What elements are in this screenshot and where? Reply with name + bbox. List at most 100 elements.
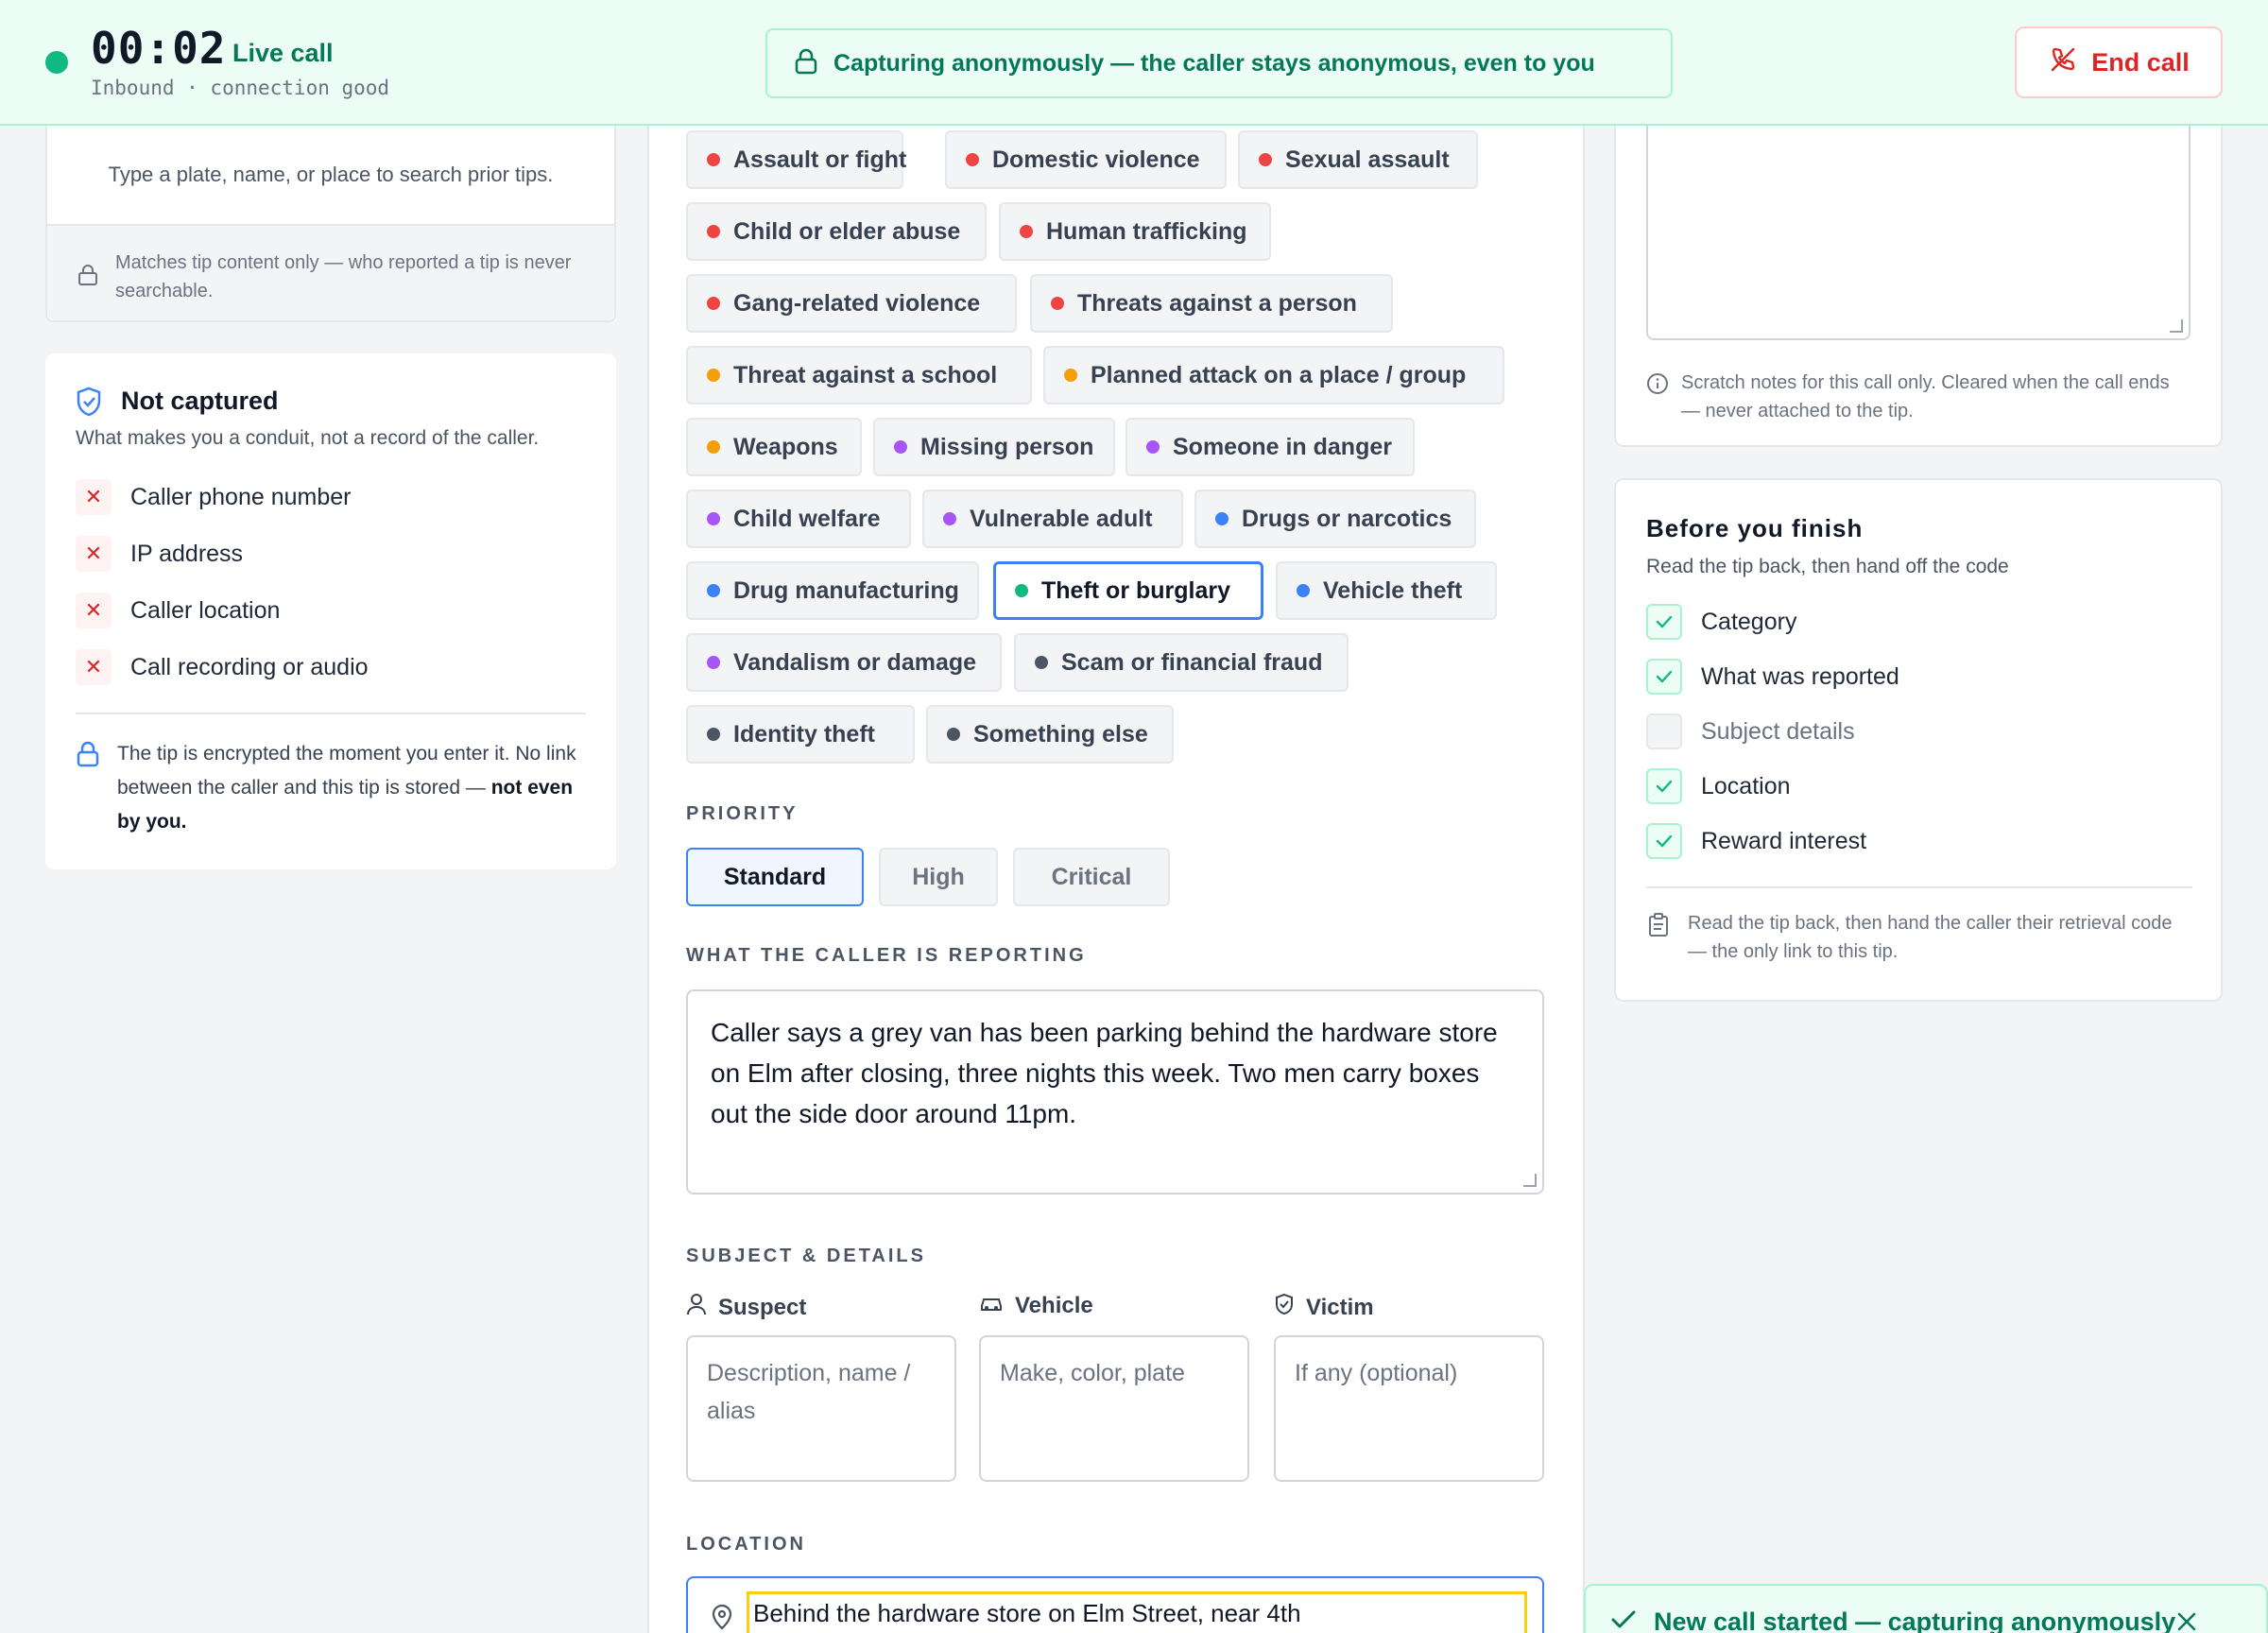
- not-captured-item: ✕ Caller location: [76, 593, 567, 628]
- vehicle-heading: Vehicle: [979, 1293, 1093, 1319]
- vehicle-input[interactable]: Make, color, plate: [979, 1335, 1249, 1482]
- anonymous-banner: Capturing anonymously — the caller stays…: [765, 28, 1673, 98]
- category-label: Planned attack on a place / group: [1091, 361, 1467, 388]
- phone-off-icon: [2048, 44, 2078, 81]
- category-chip[interactable]: Threat against a school: [686, 346, 1032, 404]
- not-captured-subtitle: What makes you a conduit, not a record o…: [76, 427, 540, 449]
- category-chip[interactable]: Weapons: [686, 418, 862, 476]
- check-icon: [1610, 1608, 1637, 1633]
- category-dot-icon: [707, 584, 720, 597]
- category-chip[interactable]: Theft or burglary: [993, 561, 1263, 620]
- category-chip[interactable]: Missing person: [873, 418, 1115, 476]
- category-label: Identity theft: [733, 720, 875, 748]
- anonymous-banner-text: Capturing anonymously — the caller stays…: [833, 49, 1595, 77]
- shield-icon: [1274, 1293, 1295, 1322]
- lock-icon: [794, 48, 818, 79]
- encryption-note: The tip is encrypted the moment you ente…: [117, 737, 590, 839]
- category-label: Vulnerable adult: [970, 505, 1153, 532]
- prior-tips-search: Type a plate, name, or place to search p…: [45, 126, 616, 322]
- check-icon[interactable]: [1646, 768, 1682, 804]
- category-label: Human trafficking: [1046, 217, 1247, 245]
- category-chip[interactable]: Planned attack on a place / group: [1043, 346, 1504, 404]
- checklist-label: Location: [1701, 772, 1791, 799]
- category-dot-icon: [707, 728, 720, 741]
- category-chip[interactable]: Sexual assault: [1238, 130, 1478, 189]
- check-icon[interactable]: [1646, 823, 1682, 859]
- new-call-toast: New call started — capturing anonymously: [1584, 1584, 2268, 1633]
- priority-critical[interactable]: Critical: [1013, 848, 1170, 906]
- location-input[interactable]: Behind the hardware store on Elm Street,…: [747, 1591, 1527, 1633]
- category-chip[interactable]: Something else: [926, 705, 1174, 764]
- resize-grip[interactable]: [2170, 319, 2183, 333]
- checklist-item[interactable]: Category: [1646, 604, 1796, 640]
- category-label: Threat against a school: [733, 361, 998, 388]
- not-captured-label: Caller location: [130, 596, 281, 624]
- divider: [76, 713, 586, 714]
- checklist-item[interactable]: What was reported: [1646, 659, 1899, 695]
- search-hint[interactable]: Type a plate, name, or place to search p…: [47, 126, 614, 226]
- category-dot-icon: [1051, 297, 1064, 310]
- category-chip[interactable]: Scam or financial fraud: [1014, 633, 1349, 692]
- category-chip[interactable]: Human trafficking: [999, 202, 1271, 261]
- not-captured-label: IP address: [130, 540, 244, 567]
- not-captured-title: Not captured: [121, 387, 279, 415]
- report-textarea[interactable]: Caller says a grey van has been parking …: [686, 989, 1544, 1195]
- category-label: Threats against a person: [1077, 289, 1357, 317]
- category-label: Domestic violence: [992, 146, 1200, 173]
- victim-input[interactable]: If any (optional): [1274, 1335, 1544, 1482]
- category-chip[interactable]: Identity theft: [686, 705, 915, 764]
- checklist-label: Subject details: [1701, 717, 1855, 745]
- not-captured-label: Call recording or audio: [130, 653, 369, 680]
- close-icon[interactable]: [2175, 1610, 2198, 1633]
- category-chip[interactable]: Drugs or narcotics: [1194, 490, 1476, 548]
- category-chip[interactable]: Domestic violence: [945, 130, 1227, 189]
- report-text: Caller says a grey van has been parking …: [711, 1018, 1498, 1128]
- not-captured-item: ✕ IP address: [76, 536, 567, 572]
- category-dot-icon: [966, 153, 979, 166]
- vehicle-label: Vehicle: [1015, 1293, 1093, 1318]
- scratch-notes-textarea[interactable]: [1646, 126, 2191, 340]
- category-chip[interactable]: Vehicle theft: [1276, 561, 1497, 620]
- category-dot-icon: [707, 225, 720, 238]
- category-dot-icon: [1215, 512, 1228, 525]
- checklist-item[interactable]: Location: [1646, 768, 1791, 804]
- lock-icon: [77, 264, 98, 295]
- category-chip[interactable]: Child or elder abuse: [686, 202, 987, 261]
- category-label: Child or elder abuse: [733, 217, 961, 245]
- category-chip[interactable]: Assault or fight: [686, 130, 906, 189]
- category-chip[interactable]: Drug manufacturing: [686, 561, 979, 620]
- category-label: Drugs or narcotics: [1242, 505, 1452, 532]
- category-chip[interactable]: Vulnerable adult: [922, 490, 1183, 548]
- category-chip[interactable]: Gang-related violence: [686, 274, 1017, 333]
- category-chip[interactable]: Someone in danger: [1125, 418, 1415, 476]
- lock-icon: [76, 741, 100, 772]
- suspect-input[interactable]: Description, name / alias: [686, 1335, 956, 1482]
- resize-grip[interactable]: [1523, 1174, 1537, 1187]
- category-chip[interactable]: Threats against a person: [1030, 274, 1393, 333]
- divider: [1646, 886, 2192, 888]
- call-header: 00:02 Live call Inbound · connection goo…: [0, 0, 2268, 126]
- priority-high[interactable]: High: [879, 848, 998, 906]
- x-icon: ✕: [76, 593, 112, 628]
- end-call-button[interactable]: End call: [2015, 26, 2223, 98]
- scratch-notes-note: Scratch notes for this call only. Cleare…: [1681, 372, 2170, 421]
- category-dot-icon: [894, 440, 907, 454]
- category-chip[interactable]: Vandalism or damage: [686, 633, 1002, 692]
- priority-standard[interactable]: Standard: [686, 848, 864, 906]
- victim-heading: Victim: [1274, 1293, 1374, 1322]
- category-chip[interactable]: Child welfare: [686, 490, 911, 548]
- not-captured-item: ✕ Caller phone number: [76, 479, 567, 515]
- checklist-item[interactable]: Reward interest: [1646, 823, 1866, 859]
- checklist-item[interactable]: Subject details: [1646, 713, 1855, 749]
- victim-label: Victim: [1306, 1294, 1374, 1320]
- category-dot-icon: [1259, 153, 1272, 166]
- category-label: Scam or financial fraud: [1061, 648, 1323, 676]
- location-label: LOCATION: [686, 1534, 806, 1555]
- car-icon: [979, 1293, 1004, 1319]
- checkbox-empty-icon[interactable]: [1646, 713, 1682, 749]
- category-dot-icon: [707, 512, 720, 525]
- clipboard-icon: [1648, 913, 1669, 942]
- check-icon[interactable]: [1646, 659, 1682, 695]
- checklist-label: What was reported: [1701, 662, 1899, 690]
- check-icon[interactable]: [1646, 604, 1682, 640]
